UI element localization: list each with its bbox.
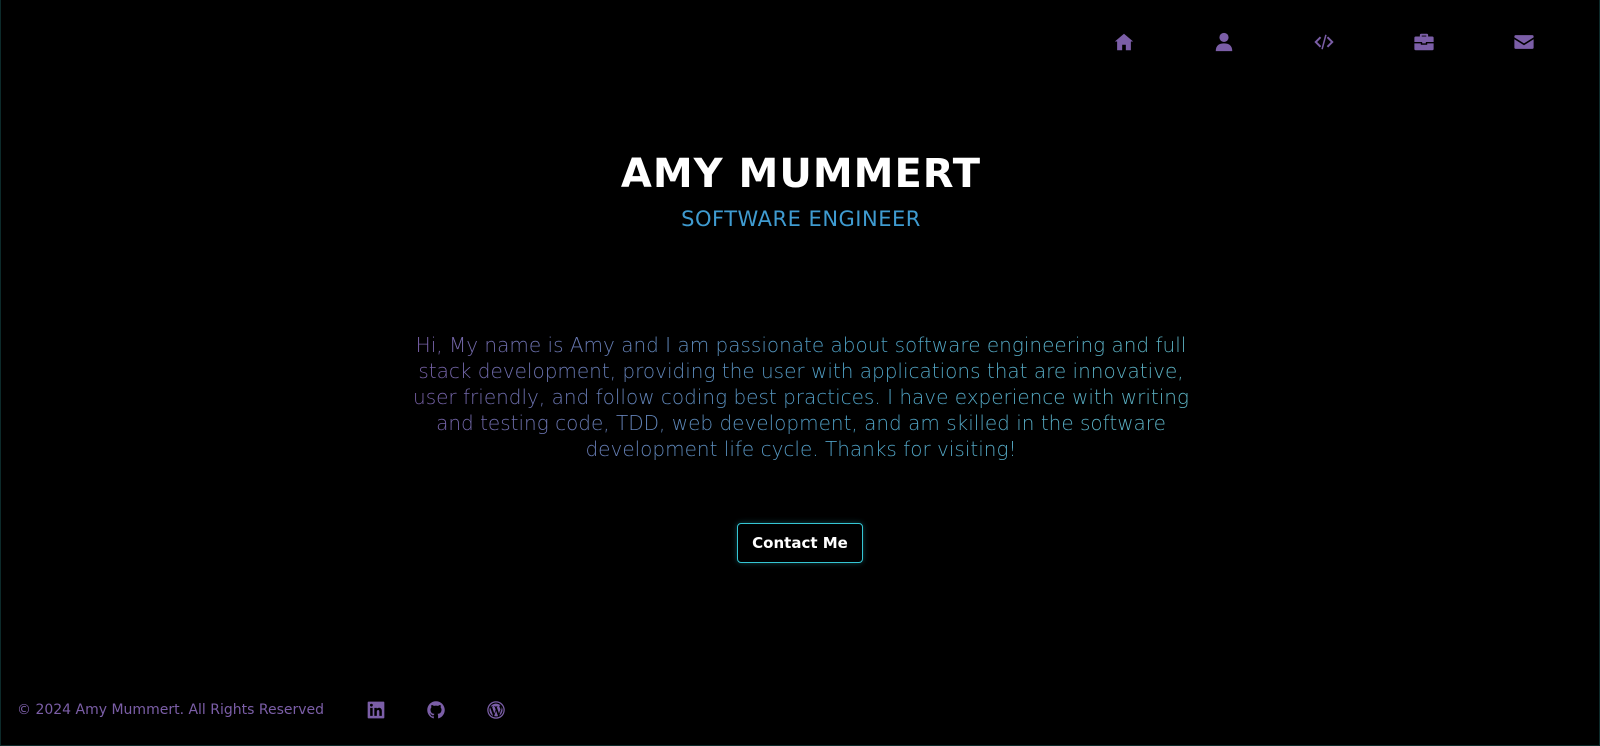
social-github[interactable]	[406, 700, 466, 720]
footer: © 2024 Amy Mummert. All Rights Reserved	[17, 697, 526, 723]
hero-title: SOFTWARE ENGINEER	[681, 207, 921, 231]
github-icon	[427, 701, 445, 719]
copyright-text: © 2024 Amy Mummert. All Rights Reserved	[17, 702, 325, 718]
top-nav	[1074, 26, 1574, 58]
linkedin-icon	[367, 701, 385, 719]
home-icon	[1114, 33, 1134, 51]
user-icon	[1215, 32, 1233, 52]
social-linkedin[interactable]	[346, 700, 406, 720]
briefcase-icon	[1414, 33, 1434, 51]
hero-name: AMY MUMMERT	[620, 151, 982, 197]
nav-experience[interactable]	[1374, 26, 1474, 58]
contact-me-button[interactable]: Contact Me	[737, 523, 863, 563]
nav-about[interactable]	[1174, 26, 1274, 58]
code-icon	[1314, 34, 1334, 50]
portfolio-page: AMY MUMMERT SOFTWARE ENGINEER Hi, My nam…	[0, 0, 1600, 746]
envelope-icon	[1514, 35, 1534, 49]
nav-projects[interactable]	[1274, 26, 1374, 58]
intro-paragraph: Hi, My name is Amy and I am passionate a…	[396, 332, 1206, 462]
nav-home[interactable]	[1074, 26, 1174, 58]
social-wordpress[interactable]	[466, 700, 526, 720]
nav-contact[interactable]	[1474, 26, 1574, 58]
wordpress-icon	[487, 701, 505, 719]
